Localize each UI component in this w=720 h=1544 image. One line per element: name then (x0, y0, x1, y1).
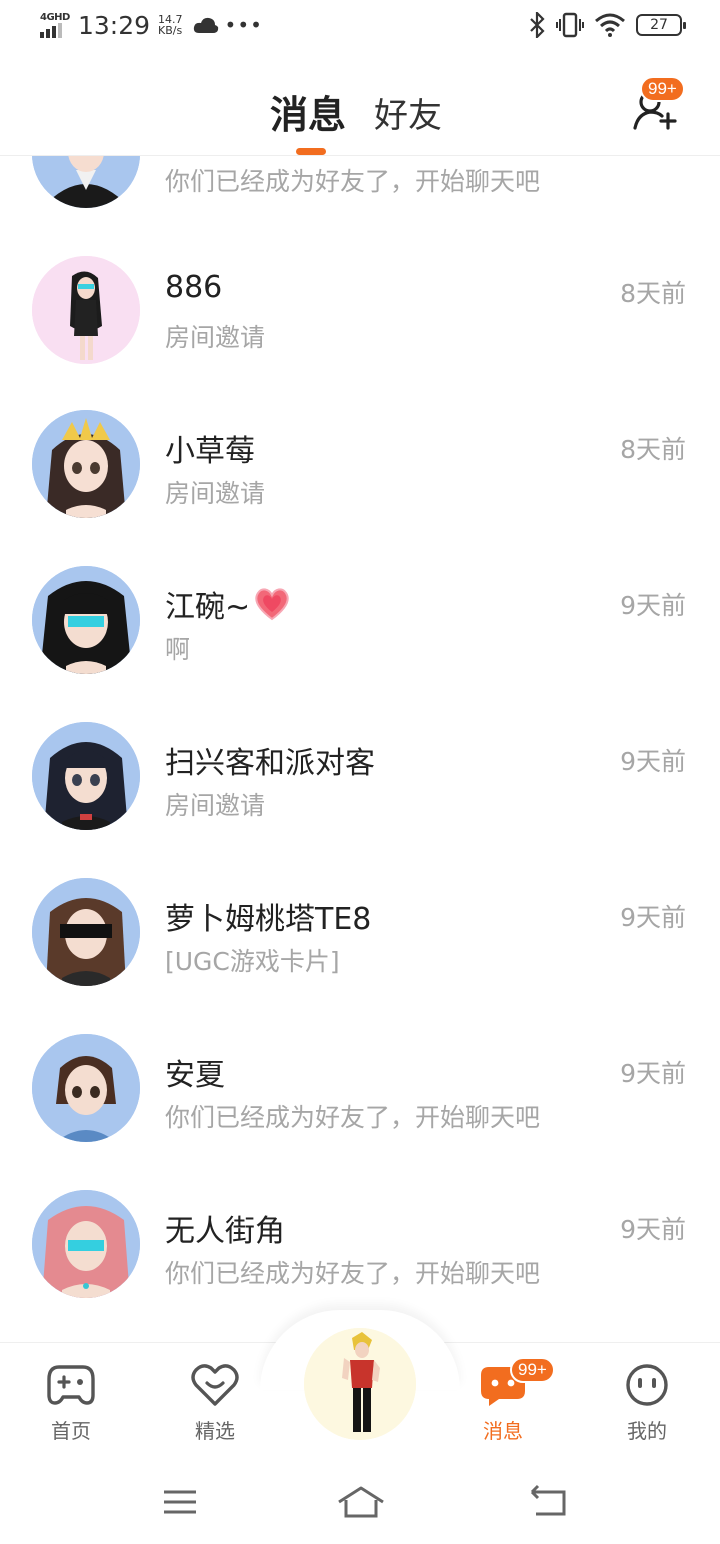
nav-messages-label: 消息 (483, 1419, 523, 1443)
avatar[interactable] (32, 256, 140, 364)
signal-icon: 4GHD (38, 10, 70, 40)
avatar[interactable] (32, 722, 140, 830)
conversation-row[interactable]: 萝卜姆桃塔TE8 [UGC游戏卡片] 9天前 (0, 856, 720, 1012)
message-time: 9天前 (620, 903, 686, 932)
smiley-face-icon (626, 1364, 668, 1406)
top-header: 消息 好友 99+ (0, 56, 720, 156)
messages-badge: 99+ (510, 1357, 555, 1383)
network-speed: 14.7 KB/s (158, 14, 183, 36)
nav-featured-label: 精选 (195, 1419, 235, 1443)
vibrate-icon (556, 12, 584, 38)
active-tab-indicator (296, 148, 326, 155)
wifi-icon (595, 13, 625, 37)
nav-home[interactable]: 首页 (16, 1343, 126, 1461)
message-preview: 你们已经成为好友了，开始聊天吧 (165, 1259, 541, 1288)
bluetooth-icon (530, 12, 545, 38)
avatar[interactable] (32, 878, 140, 986)
avatar[interactable] (32, 566, 140, 674)
message-preview: [UGC游戏卡片] (165, 947, 340, 976)
message-time: 9天前 (620, 1059, 686, 1088)
more-notifications-icon: ••• (224, 13, 263, 37)
nav-avatar-button[interactable] (304, 1328, 416, 1440)
weather-cloud-icon (193, 17, 218, 33)
message-list[interactable]: 你们已经成为好友了，开始聊天吧 886 房间邀请 8天前 小草莓 房间邀请 8天… (0, 0, 720, 1344)
message-preview: 你们已经成为好友了，开始聊天吧 (165, 167, 541, 196)
system-navigation-bar (0, 1460, 720, 1544)
nav-home-label: 首页 (51, 1419, 91, 1443)
contact-name: 安夏 (165, 1058, 225, 1093)
nav-featured[interactable]: 精选 (160, 1343, 270, 1461)
add-friend-badge: 99+ (640, 76, 685, 102)
heart-emoji-icon (255, 588, 289, 621)
back-icon[interactable] (528, 1482, 568, 1522)
network-type: 4GHD (40, 12, 70, 23)
message-preview: 房间邀请 (165, 791, 266, 820)
message-preview: 你们已经成为好友了，开始聊天吧 (165, 1103, 541, 1132)
conversation-row[interactable]: 886 房间邀请 8天前 (0, 232, 720, 388)
nav-mine[interactable]: 我的 (592, 1343, 702, 1461)
contact-name-text: 江碗~ (165, 590, 251, 625)
message-time: 9天前 (620, 747, 686, 776)
conversation-row[interactable]: 无人街角 你们已经成为好友了，开始聊天吧 9天前 (0, 1168, 720, 1324)
message-preview: 房间邀请 (165, 479, 266, 508)
conversation-row[interactable]: 小草莓 房间邀请 8天前 (0, 388, 720, 544)
gamepad-icon (47, 1365, 95, 1405)
conversation-row[interactable]: 江碗~ 啊 9天前 (0, 544, 720, 700)
message-time: 9天前 (620, 591, 686, 620)
avatar[interactable] (32, 410, 140, 518)
status-bar: 4GHD 13:29 14.7 KB/s ••• 27 (0, 0, 720, 56)
battery-icon: 27 (636, 14, 686, 36)
speed-unit: KB/s (158, 24, 183, 37)
tab-friends[interactable]: 好友 (374, 88, 442, 137)
contact-name: 扫兴客和派对客 (165, 746, 375, 781)
message-time: 9天前 (620, 1215, 686, 1244)
home-icon[interactable] (336, 1482, 386, 1522)
heart-icon (191, 1364, 239, 1406)
conversation-row[interactable]: 扫兴客和派对客 房间邀请 9天前 (0, 700, 720, 856)
avatar[interactable] (32, 1034, 140, 1142)
contact-name: 萝卜姆桃塔TE8 (165, 902, 372, 937)
nav-mine-label: 我的 (627, 1419, 667, 1443)
menu-icon[interactable] (160, 1482, 200, 1522)
tab-messages[interactable]: 消息 (270, 84, 346, 139)
contact-name: 小草莓 (165, 434, 255, 469)
message-preview: 房间邀请 (165, 323, 266, 352)
avatar[interactable] (32, 1190, 140, 1298)
character-avatar-icon (304, 1328, 416, 1440)
clock: 13:29 (78, 10, 151, 40)
contact-name: 886 (165, 270, 223, 305)
message-preview: 啊 (165, 635, 191, 664)
message-time: 8天前 (620, 279, 686, 308)
nav-messages[interactable]: 99+ 消息 (448, 1343, 558, 1461)
contact-name: 无人街角 (165, 1214, 285, 1249)
contact-name: 江碗~ (165, 582, 290, 626)
conversation-row[interactable]: 安夏 你们已经成为好友了，开始聊天吧 9天前 (0, 1012, 720, 1168)
message-time: 8天前 (620, 435, 686, 464)
